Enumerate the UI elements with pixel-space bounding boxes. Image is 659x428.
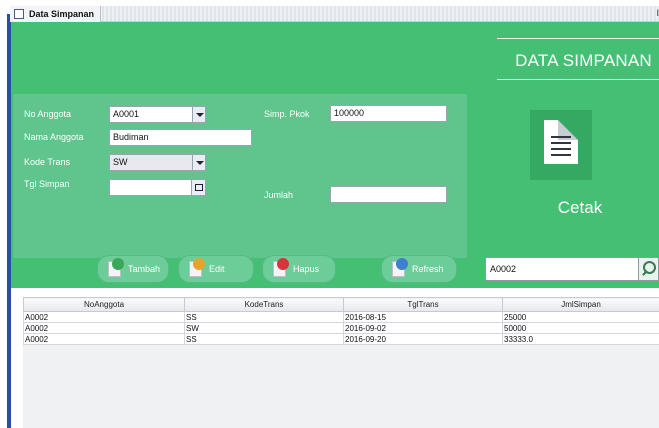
table-row[interactable]: A0002 SS 2016-09-20 33333.0 — [23, 333, 659, 345]
header-divider-top — [497, 38, 659, 39]
window-tab[interactable]: Data Simpanan — [10, 6, 102, 22]
chevron-down-icon[interactable] — [192, 155, 205, 170]
tgl-simpan-field[interactable] — [109, 179, 206, 196]
document-line — [551, 136, 571, 138]
table-cell: A0002 — [23, 311, 185, 323]
table-cell: 2016-08-15 — [343, 311, 503, 323]
refresh-icon — [390, 258, 408, 279]
table-cell: 25000 — [502, 311, 659, 323]
title-bar: Data Simpanan I — [10, 6, 659, 22]
table-header-row: NoAnggota KodeTrans TglTrans JmlSimpan — [23, 297, 659, 312]
edit-button[interactable]: Edit — [178, 255, 254, 283]
table-row[interactable]: A0002 SW 2016-09-02 50000 — [23, 322, 659, 334]
column-header[interactable]: TglTrans — [343, 297, 503, 312]
simp-pokok-field[interactable]: 100000 — [330, 105, 447, 122]
calendar-icon[interactable] — [191, 180, 205, 195]
table-cell: 2016-09-02 — [343, 322, 503, 334]
simp-pokok-label: Simp. Pkok — [264, 109, 310, 119]
hapus-label: Hapus — [293, 264, 320, 274]
tgl-simpan-label: Tgl Simpan — [24, 179, 70, 189]
edit-icon — [187, 258, 205, 279]
edit-label: Edit — [209, 264, 225, 274]
data-table: NoAnggota KodeTrans TglTrans JmlSimpan A… — [23, 297, 659, 428]
jumlah-field[interactable] — [330, 186, 447, 203]
column-header[interactable]: JmlSimpan — [502, 297, 659, 312]
document-icon — [544, 120, 578, 164]
table-cell: SW — [184, 322, 344, 334]
no-anggota-value: A0001 — [113, 109, 140, 119]
jumlah-label: Jumlah — [264, 190, 294, 200]
table-row[interactable]: A0002 SS 2016-08-15 25000 — [23, 311, 659, 323]
table-cell: SS — [184, 311, 344, 323]
header-divider-bottom — [497, 79, 659, 80]
refresh-button[interactable]: Refresh — [381, 255, 457, 283]
form-panel: No Anggota A0001 Nama Anggota Budiman Ko… — [13, 94, 467, 258]
app-window: Data Simpanan I DATA SIMPANAN No Anggota… — [0, 0, 659, 428]
table-cell: 33333.0 — [502, 333, 659, 345]
hapus-button[interactable]: Hapus — [262, 255, 336, 283]
delete-icon — [271, 258, 289, 279]
refresh-label: Refresh — [412, 264, 444, 274]
table-cell: SS — [184, 333, 344, 345]
column-header[interactable]: KodeTrans — [184, 297, 344, 312]
window-title: Data Simpanan — [29, 9, 95, 19]
nama-anggota-label: Nama Anggota — [24, 132, 84, 142]
simp-pokok-value: 100000 — [334, 108, 365, 118]
search-icon[interactable] — [638, 258, 658, 280]
kode-trans-label: Kode Trans — [24, 157, 71, 167]
window-icon — [14, 9, 24, 19]
table-cell: 50000 — [502, 322, 659, 334]
table-cell: A0002 — [23, 333, 185, 345]
document-line — [551, 154, 571, 156]
print-label[interactable]: Cetak — [530, 198, 630, 218]
page-title: DATA SIMPANAN — [515, 51, 652, 70]
document-line — [551, 148, 571, 150]
tambah-button[interactable]: Tambah — [97, 255, 169, 283]
nama-anggota-value: Budiman — [113, 132, 149, 142]
no-anggota-label: No Anggota — [24, 109, 72, 119]
column-header[interactable]: NoAnggota — [23, 297, 185, 312]
kode-trans-value: SW — [113, 157, 128, 167]
search-value: A0002 — [490, 264, 517, 274]
document-line — [551, 142, 571, 144]
chevron-down-icon[interactable] — [192, 107, 205, 122]
table-cell: 2016-09-20 — [343, 333, 503, 345]
add-icon — [106, 258, 124, 279]
kode-trans-select[interactable]: SW — [109, 154, 206, 171]
print-button[interactable] — [530, 110, 592, 180]
no-anggota-select[interactable]: A0001 — [109, 106, 206, 123]
table-cell: A0002 — [23, 322, 185, 334]
nama-anggota-field[interactable]: Budiman — [109, 129, 252, 146]
search-input[interactable]: A0002 — [485, 257, 659, 281]
tambah-label: Tambah — [128, 264, 161, 274]
